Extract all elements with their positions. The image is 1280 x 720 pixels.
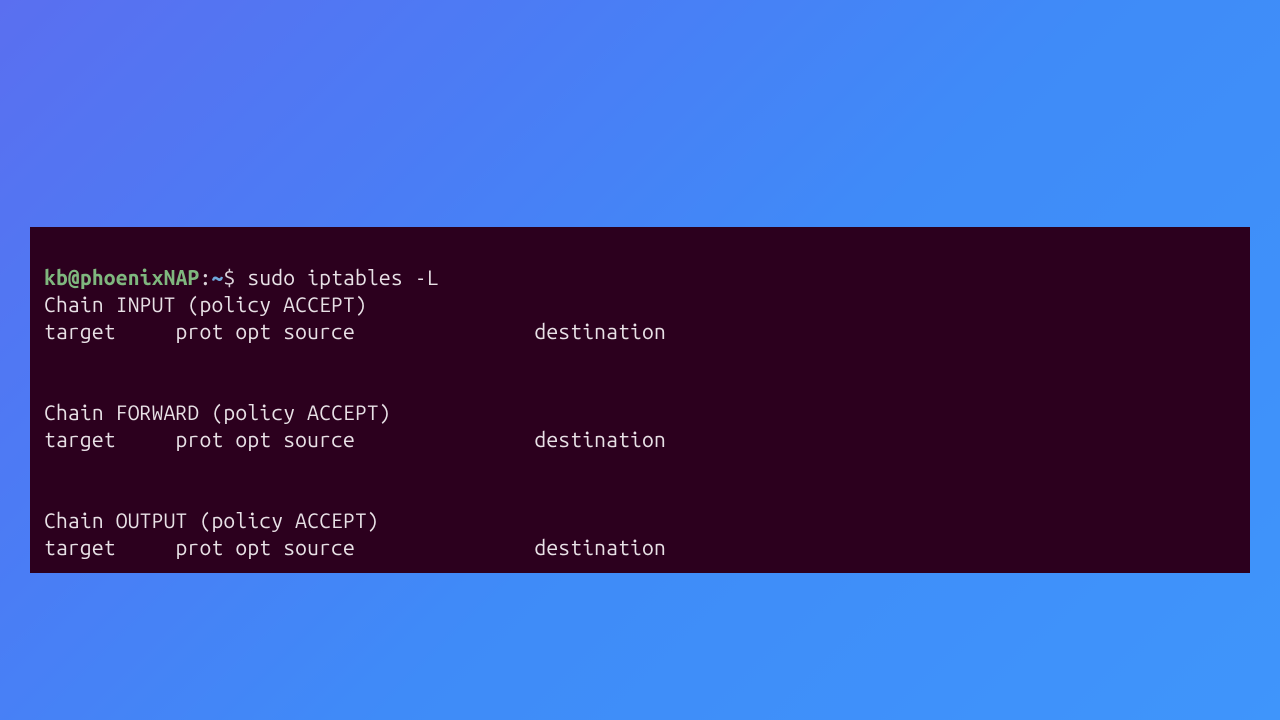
prompt-colon: :	[200, 265, 212, 289]
output-chain-output-cols: target prot opt source destination	[44, 535, 666, 559]
output-blank-line	[44, 453, 1236, 480]
output-chain-forward-cols: target prot opt source destination	[44, 427, 666, 451]
prompt-dollar: $	[223, 265, 247, 289]
prompt-path: ~	[211, 265, 223, 289]
output-chain-input-header: Chain INPUT (policy ACCEPT)	[44, 292, 367, 316]
command-text: sudo iptables -L	[247, 265, 438, 289]
output-blank-line	[44, 345, 1236, 372]
prompt-host: phoenixNAP	[80, 265, 200, 289]
prompt-at: @	[68, 265, 80, 289]
terminal-window[interactable]: kb@phoenixNAP:~$ sudo iptables -L Chain …	[30, 227, 1250, 573]
prompt-user: kb	[44, 265, 68, 289]
output-chain-output-header: Chain OUTPUT (policy ACCEPT)	[44, 508, 379, 532]
prompt-line: kb@phoenixNAP:~$ sudo iptables -L	[44, 265, 439, 289]
output-chain-forward-header: Chain FORWARD (policy ACCEPT)	[44, 400, 391, 424]
output-chain-input-cols: target prot opt source destination	[44, 319, 666, 343]
